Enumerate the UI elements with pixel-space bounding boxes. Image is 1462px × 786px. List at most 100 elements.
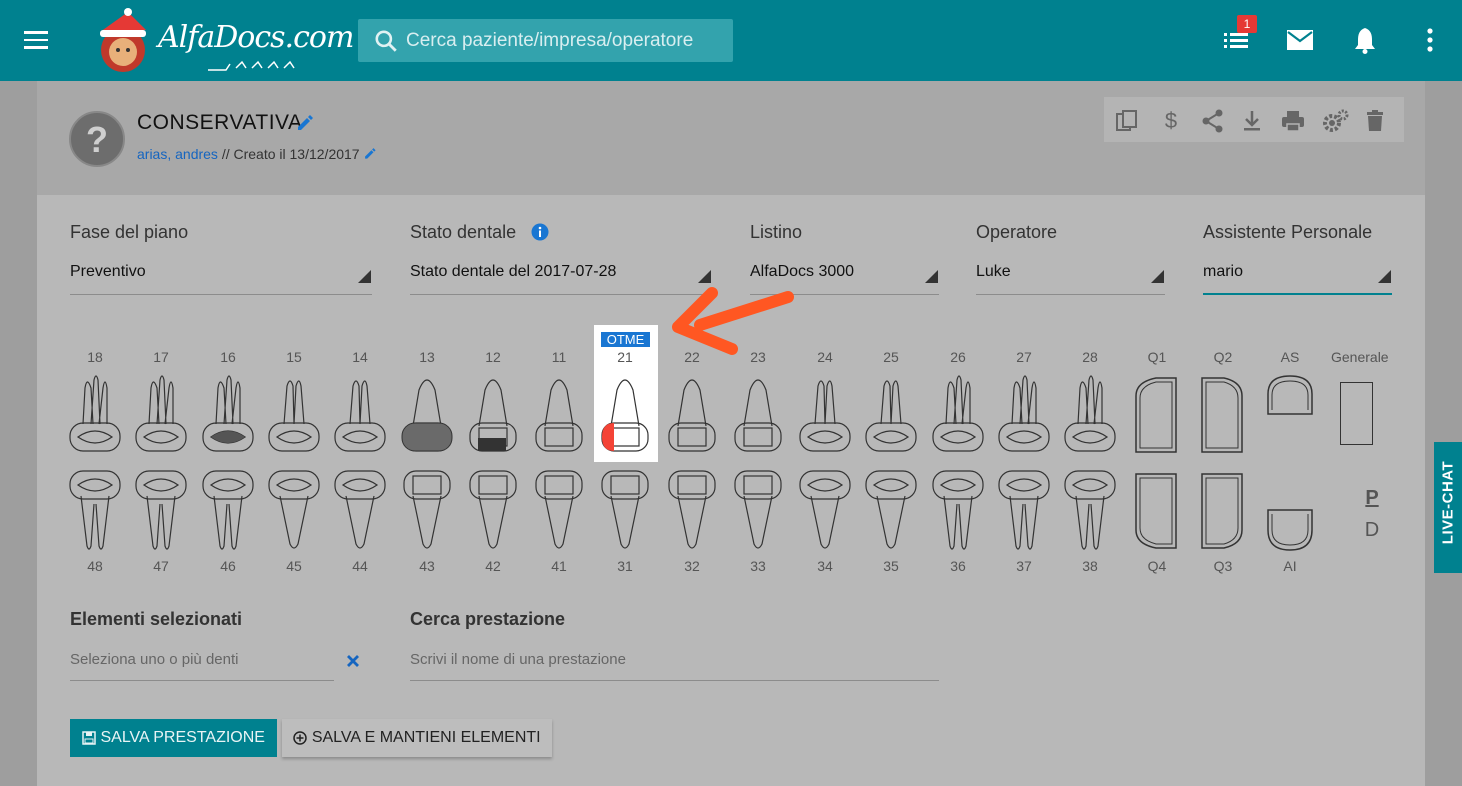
dollar-icon[interactable]: $ [1159,108,1183,134]
tooth-number-48[interactable]: 48 [70,558,120,574]
tooth-number-34[interactable]: 34 [800,558,850,574]
tooth-number-37[interactable]: 37 [999,558,1049,574]
arch-as-shape[interactable] [1266,374,1314,416]
tooth-number-45[interactable]: 45 [269,558,319,574]
tooth-number-44[interactable]: 44 [335,558,385,574]
generale-box[interactable] [1340,382,1373,445]
tooth-number-32[interactable]: 32 [667,558,717,574]
tooth-number-28[interactable]: 28 [1065,349,1115,365]
bell-icon[interactable] [1350,25,1380,55]
menu-icon[interactable] [24,31,48,49]
tooth-number-36[interactable]: 36 [933,558,983,574]
selected-elements-input[interactable]: Seleziona uno o più denti [70,651,238,668]
tooth-16[interactable] [200,372,256,462]
tooth-26[interactable] [930,372,986,462]
tooth-46[interactable] [200,468,256,558]
quadrant-label-q1[interactable]: Q1 [1132,349,1182,365]
tooth-12[interactable] [465,372,521,462]
download-icon[interactable] [1240,108,1264,134]
quadrant-label-q3[interactable]: Q3 [1198,558,1248,574]
tooth-25[interactable] [863,372,919,462]
quadrant-q1-shape[interactable] [1134,376,1180,454]
tooth-number-47[interactable]: 47 [136,558,186,574]
tooth-35[interactable] [863,468,919,558]
assistente-dropdown-icon[interactable] [1378,270,1391,283]
tooth-number-35[interactable]: 35 [866,558,916,574]
tooth-number-41[interactable]: 41 [534,558,584,574]
fase-select[interactable]: Preventivo [70,263,146,281]
live-chat-tab[interactable]: LIVE-CHAT [1434,442,1462,573]
copy-icon[interactable] [1114,108,1140,134]
tooth-13[interactable] [399,372,455,462]
quadrant-label-ai[interactable]: AI [1265,558,1315,574]
tooth-number-42[interactable]: 42 [468,558,518,574]
tooth-43[interactable] [399,468,455,558]
operatore-select[interactable]: Luke [976,263,1011,281]
tooth-38[interactable] [1062,468,1118,558]
tooth-11[interactable] [531,372,587,462]
tooth-number-21[interactable]: 21 [600,349,650,365]
tooth-number-16[interactable]: 16 [203,349,253,365]
search-box[interactable] [358,19,733,62]
palatal-toggle[interactable]: P [1360,487,1384,510]
tooth-number-23[interactable]: 23 [733,349,783,365]
tooth-number-25[interactable]: 25 [866,349,916,365]
tooth-number-22[interactable]: 22 [667,349,717,365]
search-input[interactable] [406,19,726,62]
stato-select[interactable]: Stato dentale del 2017-07-28 [410,263,616,281]
tooth-number-43[interactable]: 43 [402,558,452,574]
tooth-28[interactable] [1062,372,1118,462]
tooth-31[interactable] [597,468,653,558]
tooth-17[interactable] [133,372,189,462]
tooth-42[interactable] [465,468,521,558]
tooth-18[interactable] [67,372,123,462]
search-service-input[interactable]: Scrivi il nome di una prestazione [410,651,626,668]
author-link[interactable]: arias, andres [137,146,218,162]
listino-select[interactable]: AlfaDocs 3000 [750,263,854,281]
tooth-15[interactable] [266,372,322,462]
tooth-48[interactable] [67,468,123,558]
distal-toggle[interactable]: D [1360,519,1384,542]
share-icon[interactable] [1200,108,1226,134]
trash-icon[interactable] [1364,108,1386,134]
tooth-24[interactable] [797,372,853,462]
logo[interactable]: AlfaDocs.com [88,6,354,76]
tooth-number-13[interactable]: 13 [402,349,452,365]
tooth-33[interactable] [730,468,786,558]
edit-date-icon[interactable] [363,146,377,160]
clear-icon[interactable] [346,654,360,668]
edit-title-icon[interactable] [295,112,315,132]
tooth-23[interactable] [730,372,786,462]
tooth-47[interactable] [133,468,189,558]
tooth-41[interactable] [531,468,587,558]
tooth-number-33[interactable]: 33 [733,558,783,574]
quadrant-label-q2[interactable]: Q2 [1198,349,1248,365]
quadrant-label-as[interactable]: AS [1265,349,1315,365]
tooth-27[interactable] [996,372,1052,462]
tooth-34[interactable] [797,468,853,558]
listino-dropdown-icon[interactable] [925,270,938,283]
tooth-21[interactable] [597,372,653,462]
quadrant-q4-shape[interactable] [1134,472,1180,550]
tooth-number-38[interactable]: 38 [1065,558,1115,574]
tooth-number-24[interactable]: 24 [800,349,850,365]
quadrant-label-generale[interactable]: Generale [1331,349,1389,365]
print-icon[interactable] [1280,108,1306,134]
quadrant-label-q4[interactable]: Q4 [1132,558,1182,574]
quadrant-q3-shape[interactable] [1200,472,1246,550]
tooth-36[interactable] [930,468,986,558]
tooth-32[interactable] [664,468,720,558]
tooth-number-31[interactable]: 31 [600,558,650,574]
arch-ai-shape[interactable] [1266,508,1314,552]
tooth-number-17[interactable]: 17 [136,349,186,365]
operatore-dropdown-icon[interactable] [1151,270,1164,283]
settings-icon[interactable] [1321,108,1349,134]
tooth-44[interactable] [332,468,388,558]
tooth-number-14[interactable]: 14 [335,349,385,365]
tooth-number-27[interactable]: 27 [999,349,1049,365]
tooth-number-15[interactable]: 15 [269,349,319,365]
assistente-select[interactable]: mario [1203,263,1243,281]
tooth-number-46[interactable]: 46 [203,558,253,574]
tooth-45[interactable] [266,468,322,558]
tooth-number-18[interactable]: 18 [70,349,120,365]
